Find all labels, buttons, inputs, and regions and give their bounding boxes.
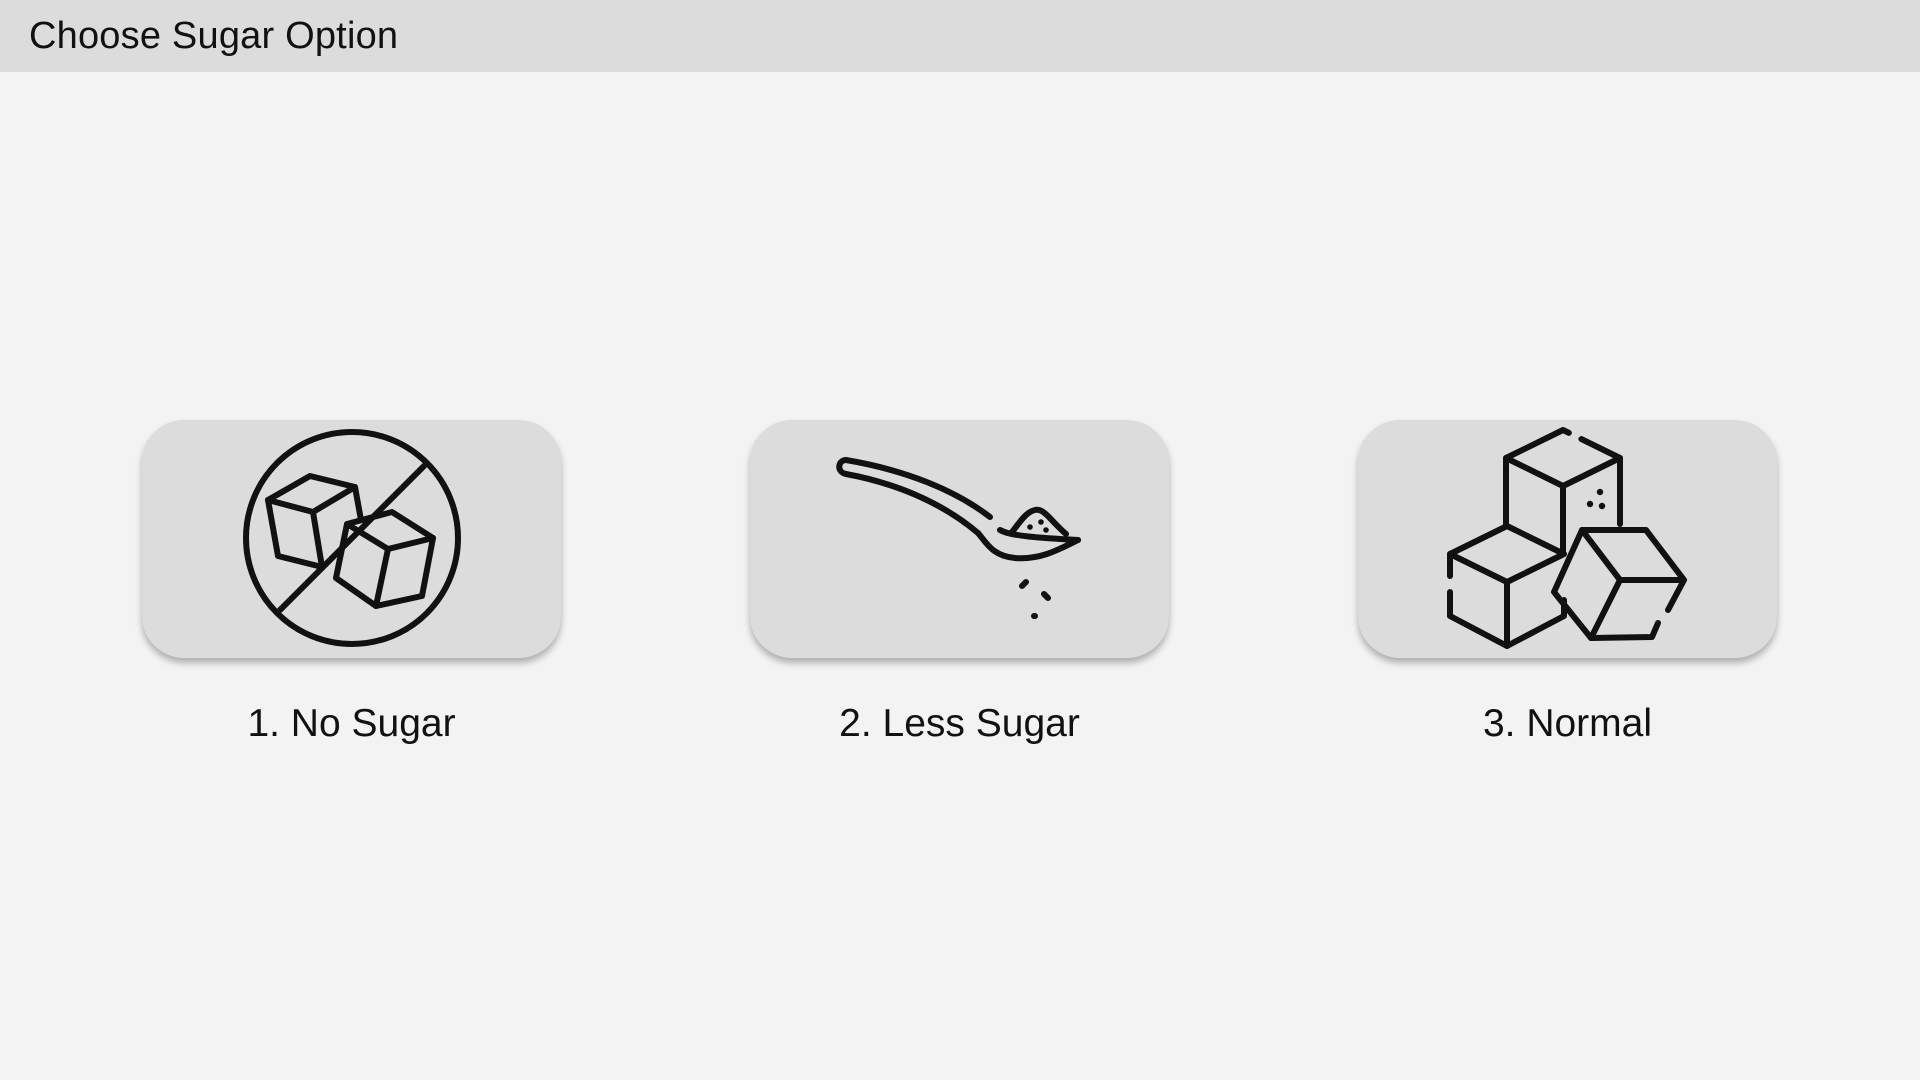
- option-normal[interactable]: 3. Normal: [1358, 420, 1777, 746]
- no-sugar-button[interactable]: [142, 420, 561, 658]
- no-sugar-icon: [243, 429, 461, 647]
- option-label: 1. No Sugar: [247, 702, 456, 745]
- option-label: 2. Less Sugar: [839, 702, 1080, 745]
- option-no-sugar[interactable]: 1. No Sugar: [142, 420, 561, 746]
- option-less-sugar[interactable]: 2. Less Sugar: [750, 420, 1169, 746]
- normal-sugar-button[interactable]: [1358, 420, 1777, 658]
- spoon-sugar-icon: [836, 457, 1081, 619]
- sugar-cubes-icon: [1447, 427, 1687, 649]
- less-sugar-button[interactable]: [750, 420, 1169, 658]
- page-title: Choose Sugar Option: [29, 14, 399, 57]
- top-bar: Choose Sugar Option: [0, 0, 1920, 72]
- option-label: 3. Normal: [1482, 702, 1653, 745]
